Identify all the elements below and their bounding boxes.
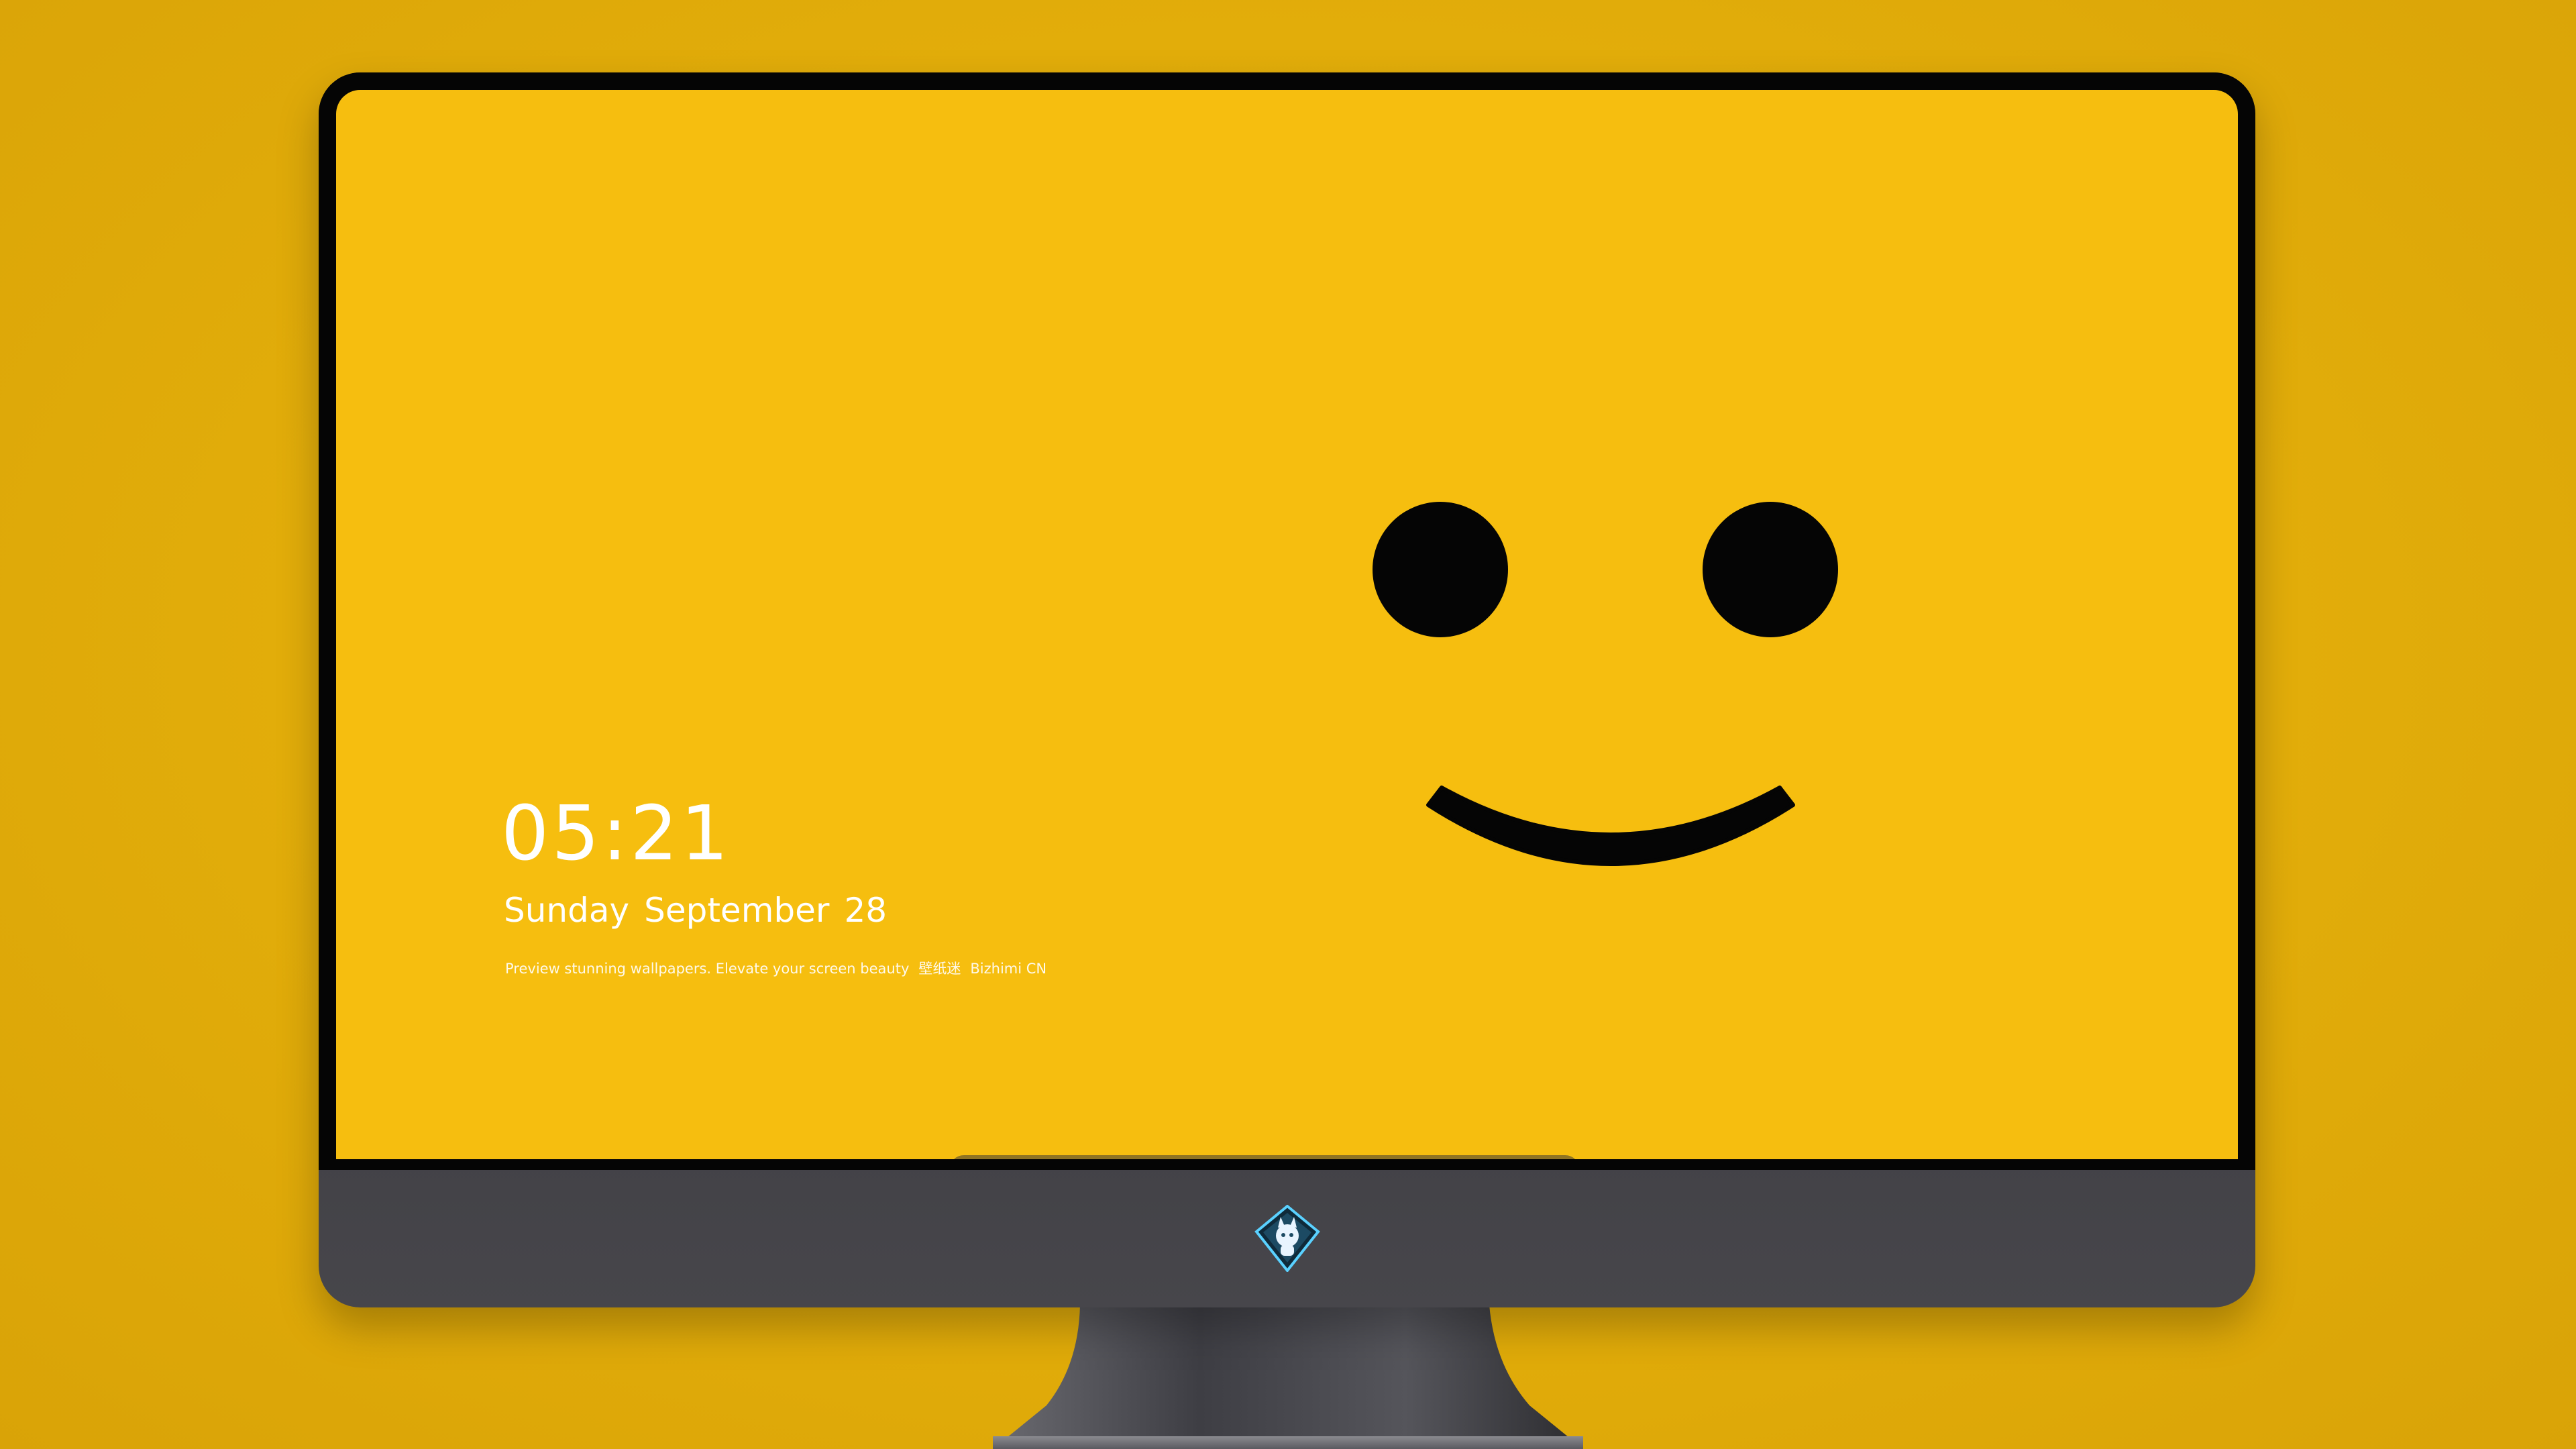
date-month: September (644, 891, 830, 930)
monitor-stand (993, 1305, 1583, 1449)
monitor: 05:21 Sunday September 28 Preview stunning… (319, 72, 2255, 1307)
desktop-screen: 05:21 Sunday September 28 Preview stunning… (336, 90, 2238, 1159)
dock (949, 1155, 1580, 1159)
smiley-left-eye (1373, 502, 1508, 637)
lockscreen-time: 05:21 (501, 790, 731, 877)
mascot-logo-icon (1254, 1205, 1320, 1272)
date-weekday: Sunday (504, 891, 630, 930)
tagline-brand-en: Bizhimi CN (970, 961, 1047, 977)
smiley-right-eye (1703, 502, 1838, 637)
lockscreen-date: Sunday September 28 (504, 894, 902, 927)
smiley-mouth (1426, 786, 1795, 866)
tagline-brand-cn: 壁纸迷 (918, 961, 961, 977)
date-day: 28 (844, 891, 888, 930)
tagline-text: Preview stunning wallpapers. Elevate you… (505, 961, 910, 977)
wallpaper-tagline: Preview stunning wallpapers. Elevate you… (505, 958, 1056, 978)
